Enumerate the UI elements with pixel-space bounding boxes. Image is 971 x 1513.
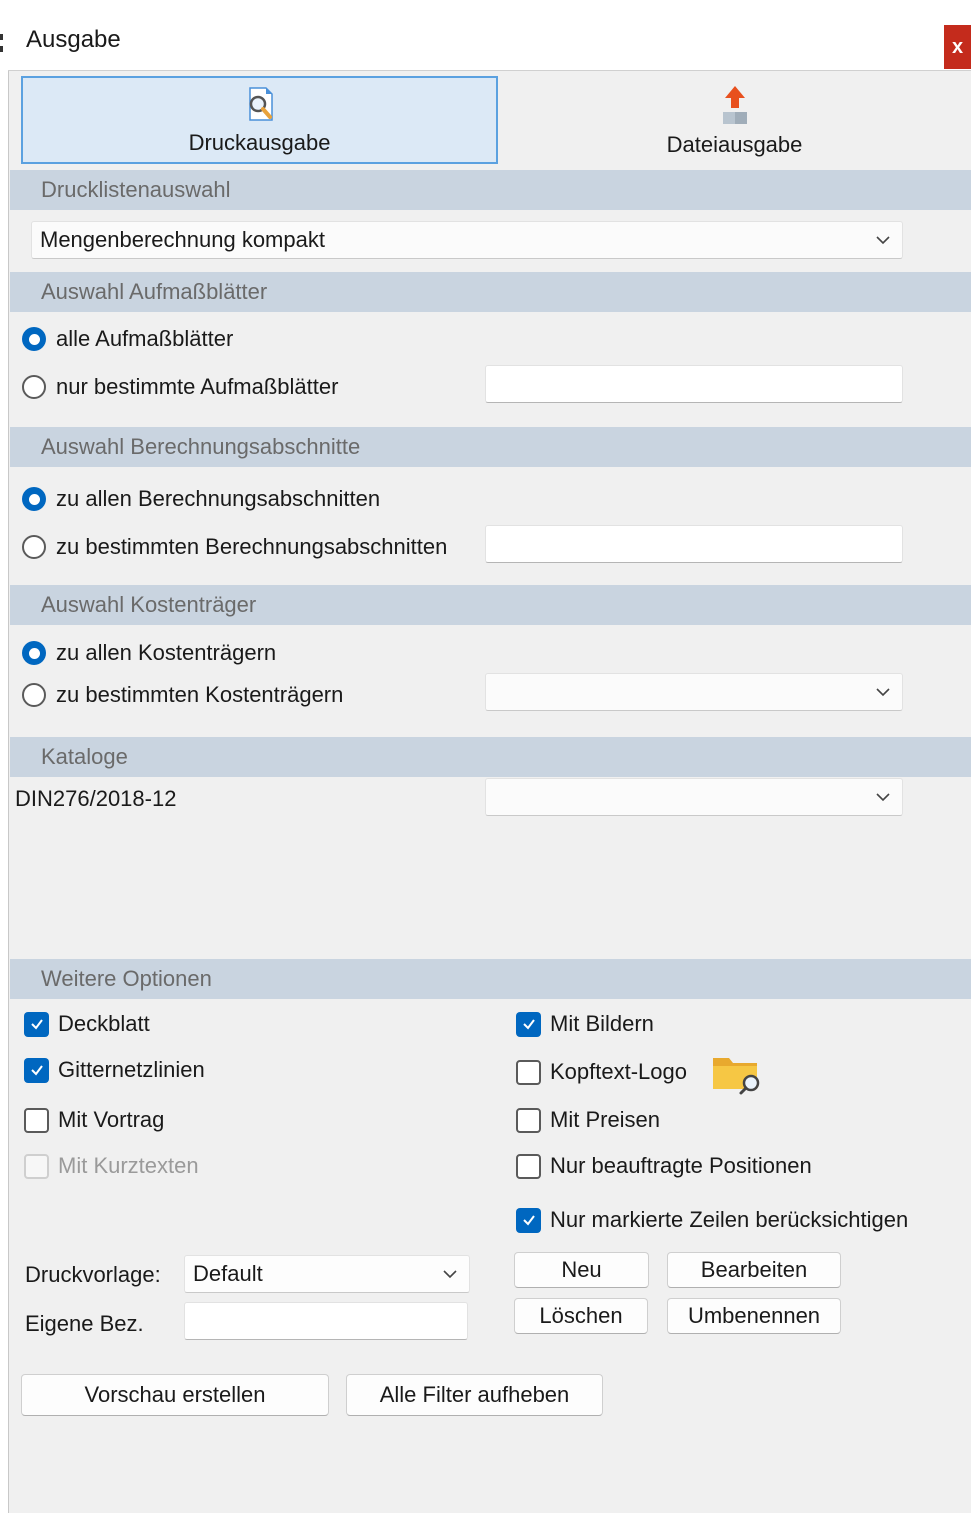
druckvorlage-select[interactable]: Default xyxy=(184,1255,470,1293)
section-header-optionen: Weitere Optionen xyxy=(10,959,971,999)
eigene-bez-label: Eigene Bez. xyxy=(25,1311,144,1336)
section-header-kataloge: Kataloge xyxy=(10,737,971,777)
aufmass-input[interactable] xyxy=(485,365,903,403)
katalog-select[interactable] xyxy=(485,778,903,816)
print-preview-icon xyxy=(248,87,273,121)
chevron-down-icon xyxy=(876,793,890,802)
radio-label: zu allen Kostenträgern xyxy=(56,640,277,665)
section-header-aufmass: Auswahl Aufmaßblätter xyxy=(10,272,971,312)
radio-button[interactable] xyxy=(22,487,46,511)
folder-search-icon[interactable] xyxy=(711,1052,763,1096)
checkbox[interactable] xyxy=(24,1057,49,1083)
section-header-kostentraeger: Auswahl Kostenträger xyxy=(10,585,971,625)
checkbox-label: Mit Preisen xyxy=(550,1107,661,1132)
kostentraeger-select[interactable] xyxy=(485,673,903,711)
radio-alle-kostentraeger[interactable]: zu allen Kostenträgern xyxy=(22,640,276,666)
file-export-icon xyxy=(722,86,747,124)
druckliste-value: Mengenberechnung kompakt xyxy=(40,227,325,252)
radio-alle-aufmassblaetter[interactable]: alle Aufmaßblätter xyxy=(22,326,233,352)
druckvorlage-label: Druckvorlage: xyxy=(25,1262,161,1287)
tab-druckausgabe[interactable]: Druckausgabe xyxy=(21,76,498,164)
neu-button[interactable]: Neu xyxy=(514,1252,649,1288)
chevron-down-icon xyxy=(876,236,890,245)
checkmark-icon xyxy=(522,1019,535,1030)
eigene-bez-input[interactable] xyxy=(184,1302,468,1340)
bearbeiten-button[interactable]: Bearbeiten xyxy=(667,1252,841,1288)
radio-button[interactable] xyxy=(22,683,46,707)
window-title: Ausgabe xyxy=(26,26,121,53)
checkmark-icon xyxy=(522,1215,535,1226)
checkmark-icon xyxy=(30,1019,43,1030)
radio-button[interactable] xyxy=(22,327,46,351)
tab-label: Dateiausgabe xyxy=(666,132,803,157)
checkbox-label: Kopftext-Logo xyxy=(550,1059,687,1084)
radio-button[interactable] xyxy=(22,375,46,399)
tab-dateiausgabe[interactable]: Dateiausgabe xyxy=(498,76,971,164)
checkbox[interactable] xyxy=(516,1059,541,1085)
checkbox-gitternetzlinien[interactable]: Gitternetzlinien xyxy=(24,1057,205,1083)
close-button[interactable]: x xyxy=(944,25,971,69)
checkbox[interactable] xyxy=(516,1207,541,1233)
umbenennen-button[interactable]: Umbenennen xyxy=(667,1298,841,1334)
vorschau-erstellen-button[interactable]: Vorschau erstellen xyxy=(21,1374,329,1416)
tab-label: Druckausgabe xyxy=(188,130,331,155)
window-edge-mark xyxy=(0,46,3,52)
checkbox-label: Mit Bildern xyxy=(550,1011,654,1036)
alle-filter-aufheben-button[interactable]: Alle Filter aufheben xyxy=(346,1374,603,1416)
checkbox-label: Mit Kurztexten xyxy=(58,1153,199,1178)
checkbox xyxy=(24,1153,49,1179)
checkbox-nur-beauftragte[interactable]: Nur beauftragte Positionen xyxy=(516,1153,812,1179)
checkbox-deckblatt[interactable]: Deckblatt xyxy=(24,1011,150,1037)
checkbox-nur-markierte[interactable]: Nur markierte Zeilen berücksichtigen xyxy=(516,1207,908,1233)
checkbox[interactable] xyxy=(516,1107,541,1133)
checkbox-mit-preisen[interactable]: Mit Preisen xyxy=(516,1107,660,1133)
radio-button[interactable] xyxy=(22,535,46,559)
radio-label: zu allen Berechnungsabschnitten xyxy=(56,486,381,511)
section-header-drucklisten: Drucklistenauswahl xyxy=(10,170,971,210)
checkbox-label: Gitternetzlinien xyxy=(58,1057,205,1082)
checkbox[interactable] xyxy=(24,1107,49,1133)
druckliste-select[interactable]: Mengenberechnung kompakt xyxy=(31,221,903,259)
checkbox[interactable] xyxy=(516,1011,541,1037)
radio-alle-berechnungsabschnitte[interactable]: zu allen Berechnungsabschnitten xyxy=(22,486,380,512)
radio-label: zu bestimmten Berechnungsabschnitten xyxy=(56,534,448,559)
close-icon: x xyxy=(951,35,964,58)
checkbox-kopftext-logo[interactable]: Kopftext-Logo xyxy=(516,1059,687,1085)
katalog-name: DIN276/2018-12 xyxy=(15,786,177,811)
radio-bestimmte-aufmassblaetter[interactable]: nur bestimmte Aufmaßblätter xyxy=(22,374,338,400)
radio-bestimmte-kostentraeger[interactable]: zu bestimmten Kostenträgern xyxy=(22,682,343,708)
druckvorlage-value: Default xyxy=(193,1261,263,1286)
checkbox-label: Deckblatt xyxy=(58,1011,150,1036)
loeschen-button[interactable]: Löschen xyxy=(514,1298,648,1334)
window-edge-mark xyxy=(0,34,3,40)
radio-button[interactable] xyxy=(22,641,46,665)
berechnung-input[interactable] xyxy=(485,525,903,563)
section-header-berechnung: Auswahl Berechnungsabschnitte xyxy=(10,427,971,467)
title-bar: Ausgabe x xyxy=(8,8,971,71)
checkbox-label: Nur markierte Zeilen berücksichtigen xyxy=(550,1207,909,1232)
radio-label: alle Aufmaßblätter xyxy=(56,326,234,351)
chevron-down-icon xyxy=(876,688,890,697)
checkmark-icon xyxy=(30,1065,43,1076)
radio-label: nur bestimmte Aufmaßblätter xyxy=(56,374,339,399)
checkbox-label: Nur beauftragte Positionen xyxy=(550,1153,812,1178)
checkbox-mit-bildern[interactable]: Mit Bildern xyxy=(516,1011,654,1037)
checkbox-label: Mit Vortrag xyxy=(58,1107,165,1132)
radio-bestimmte-berechnungsabschnitte[interactable]: zu bestimmten Berechnungsabschnitten xyxy=(22,534,447,560)
checkbox-mit-vortrag[interactable]: Mit Vortrag xyxy=(24,1107,164,1133)
checkbox[interactable] xyxy=(24,1011,49,1037)
radio-label: zu bestimmten Kostenträgern xyxy=(56,682,344,707)
checkbox[interactable] xyxy=(516,1153,541,1179)
checkbox-mit-kurztexten: Mit Kurztexten xyxy=(24,1153,199,1179)
chevron-down-icon xyxy=(443,1270,457,1279)
